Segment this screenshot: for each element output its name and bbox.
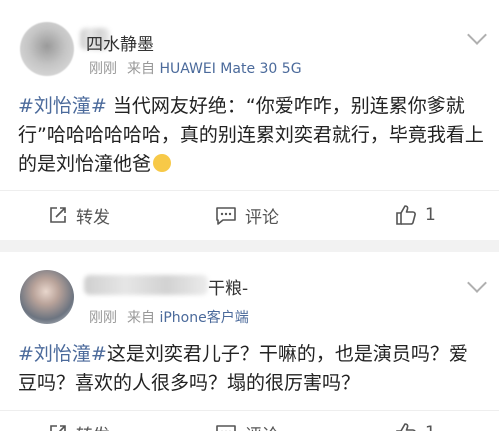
like-count: 1	[425, 205, 436, 225]
comment-label: 评论	[245, 207, 279, 228]
comment-button[interactable]: 评论	[215, 418, 279, 431]
post-time: 刚刚	[89, 61, 117, 77]
comment-button[interactable]: 评论	[215, 200, 279, 230]
share-button[interactable]: 转发	[48, 200, 110, 230]
avatar[interactable]	[20, 22, 74, 76]
divider	[0, 190, 499, 191]
like-button[interactable]: 1	[395, 200, 436, 230]
comment-icon	[216, 425, 236, 431]
grin-emoji-icon	[153, 154, 172, 172]
post-card: 四水静墨 刚刚 来自 HUAWEI Mate 30 5G #刘怡潼# 当代网友好绝…	[0, 0, 499, 240]
thumbs-up-icon	[396, 423, 416, 431]
post-actions: 转发 评论 1	[0, 418, 499, 431]
chevron-down-icon[interactable]	[467, 25, 487, 45]
weibo-feed: 四水静墨 刚刚 来自 HUAWEI Mate 30 5G #刘怡潼# 当代网友好绝…	[0, 0, 499, 431]
post-text: #刘怡潼# 当代网友好绝：“你爱咋咋，别连累你爹就行”哈哈哈哈哈哈，真的别连累刘…	[18, 92, 486, 179]
comment-icon	[216, 207, 236, 225]
username[interactable]: 干粮-	[208, 274, 248, 299]
hashtag-link[interactable]: #刘怡潼#	[18, 343, 107, 365]
post-meta: 刚刚 来自 iPhone客户端	[89, 307, 249, 327]
hashtag-link[interactable]: #刘怡潼#	[18, 95, 107, 117]
username-blur	[84, 275, 208, 295]
source-prefix: 来自	[127, 310, 155, 326]
share-icon	[50, 207, 66, 223]
like-count: 1	[425, 423, 436, 431]
post-actions: 转发 评论 1	[0, 200, 499, 230]
share-button[interactable]: 转发	[48, 418, 110, 431]
source-prefix: 来自	[127, 61, 155, 77]
username[interactable]: 四水静墨	[86, 30, 154, 55]
device-source[interactable]: iPhone客户端	[159, 310, 248, 326]
post-text: #刘怡潼#这是刘奕君儿子？干嘛的，也是演员吗？爱豆吗？喜欢的人很多吗？塌的很厉害…	[18, 340, 486, 398]
avatar[interactable]	[20, 270, 74, 324]
post-time: 刚刚	[89, 310, 117, 326]
like-button[interactable]: 1	[395, 418, 436, 431]
divider	[0, 410, 499, 411]
share-icon	[50, 425, 66, 431]
post-meta: 刚刚 来自 HUAWEI Mate 30 5G	[89, 58, 302, 78]
comment-label: 评论	[245, 421, 279, 431]
share-label: 转发	[76, 421, 110, 431]
thumbs-up-icon	[396, 205, 416, 225]
device-source[interactable]: HUAWEI Mate 30 5G	[159, 61, 301, 77]
share-label: 转发	[76, 207, 110, 228]
